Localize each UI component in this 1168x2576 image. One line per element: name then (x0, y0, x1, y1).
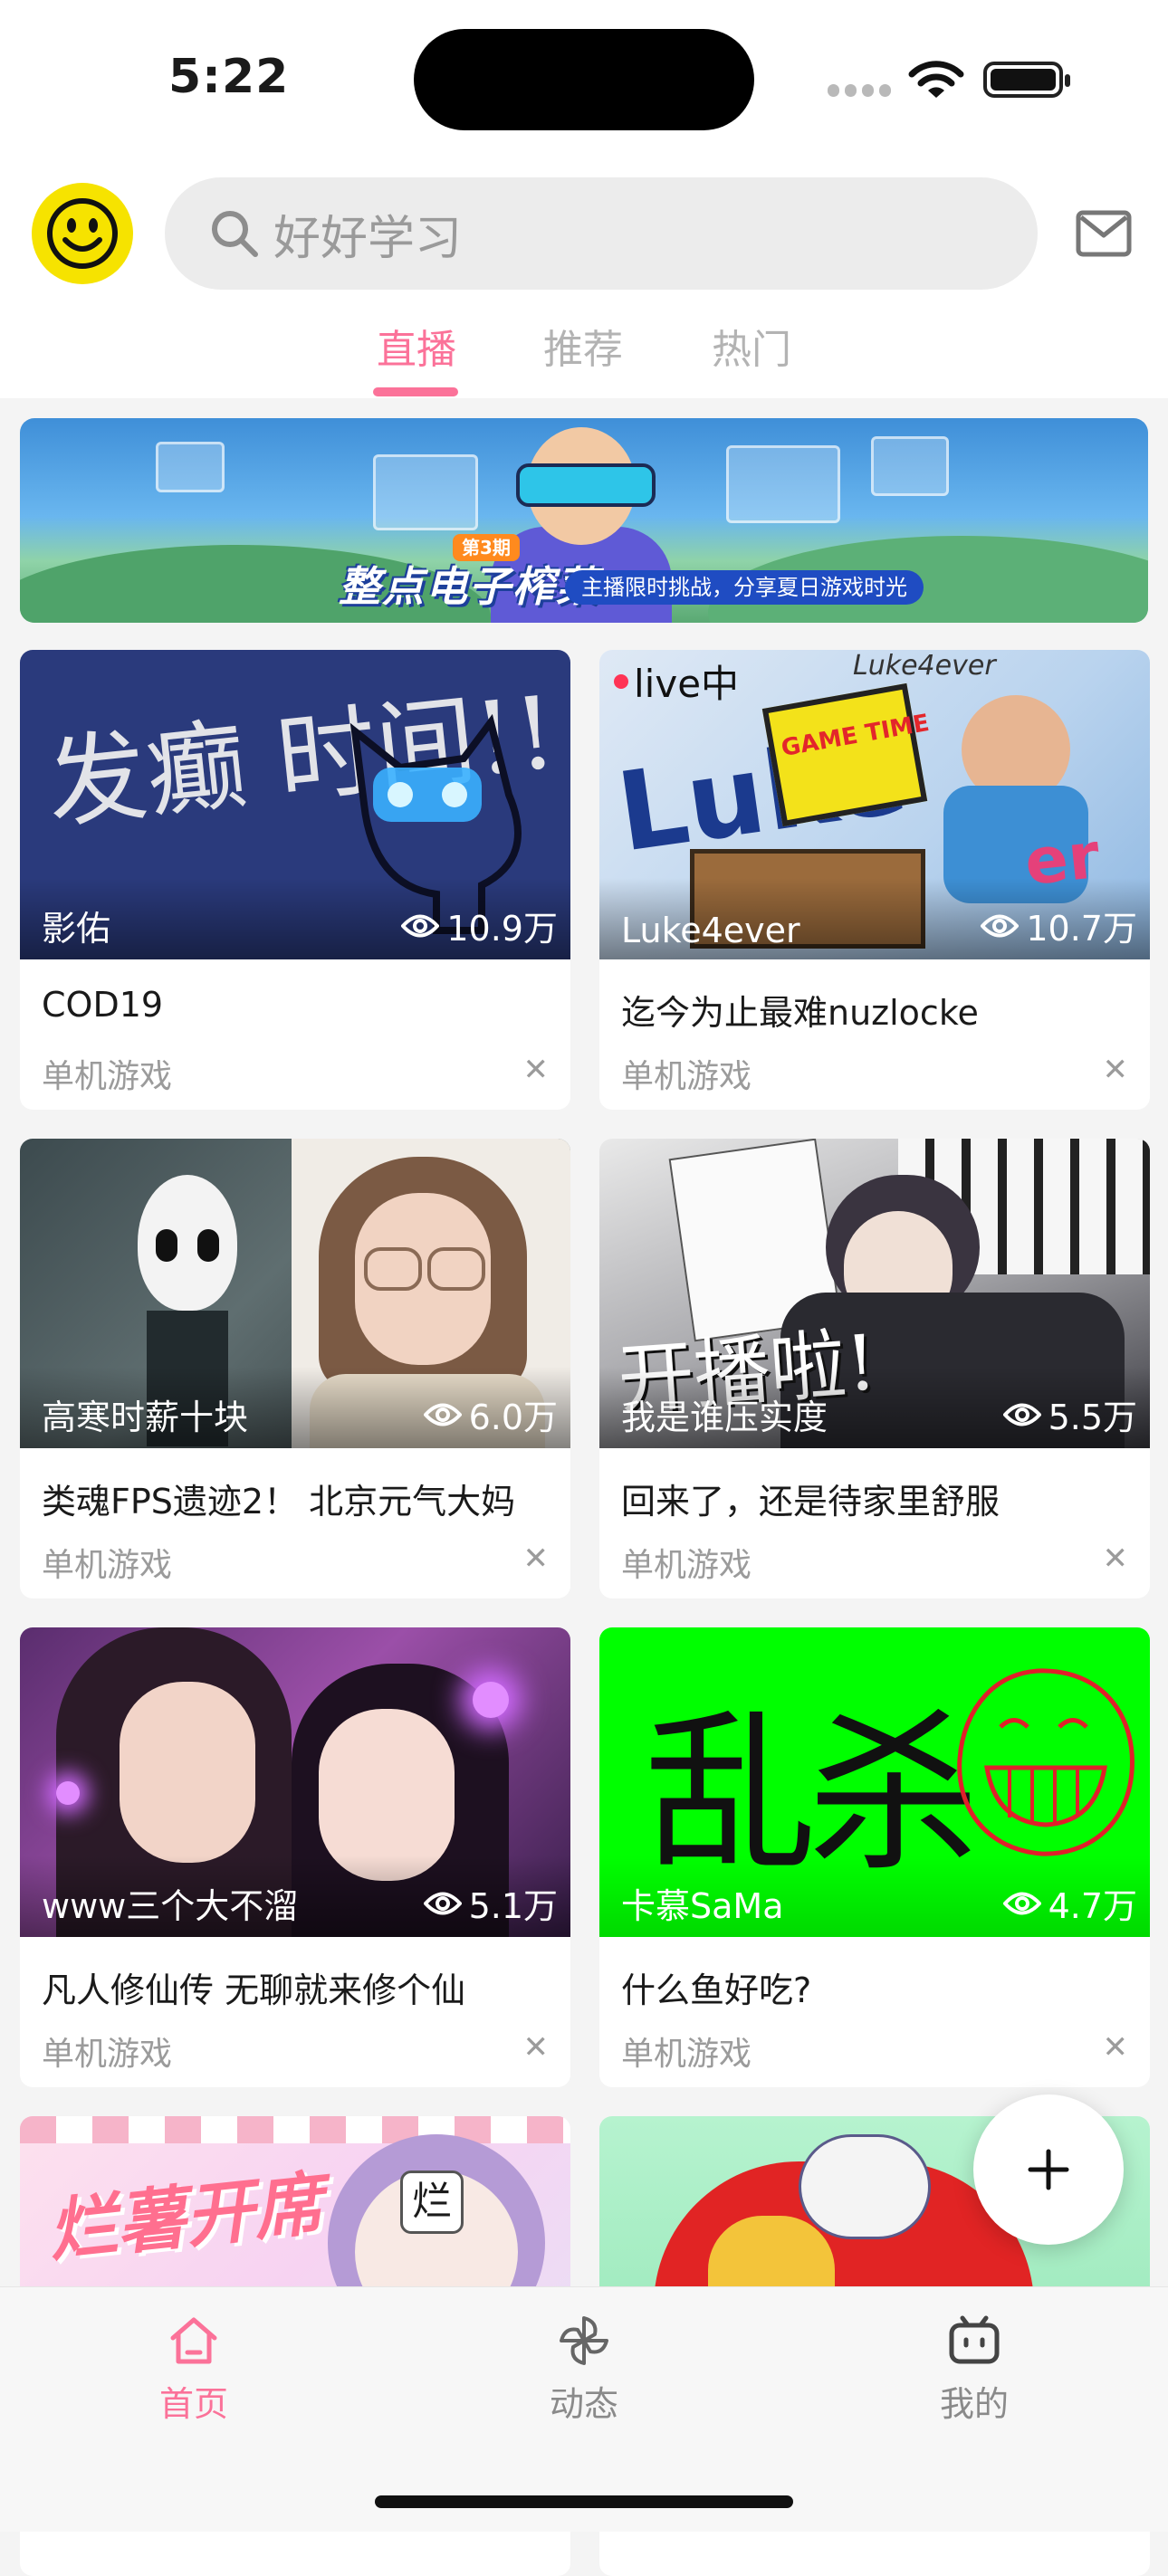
plus-icon (1028, 2149, 1069, 2190)
tab-home[interactable]: 首页 (103, 2313, 284, 2426)
view-count: 5.5万 (1002, 1389, 1137, 1439)
live-card[interactable]: www三个大不溜 5.1万 凡人修仙传 无聊就来修个仙 单机游戏 ✕ (20, 1627, 570, 2087)
grin-face-icon (957, 1668, 1134, 1856)
card-title: COD19 (42, 985, 164, 1025)
view-count: 4.7万 (1002, 1878, 1137, 1928)
card-title: 回来了，还是待家里舒服 (621, 1482, 1000, 1522)
card-thumbnail: 发癫 时间!! 影佑 10.9万 (20, 650, 570, 959)
knight-character (138, 1175, 237, 1311)
eye-icon (423, 1892, 462, 1914)
streamer-name: 影佑 (42, 909, 111, 949)
eye-icon (1002, 1403, 1041, 1426)
streamer-name: 卡慕SaMa (621, 1886, 784, 1926)
eye-icon (1002, 1892, 1041, 1914)
card-thumbnail: 开播啦! 我是谁压实度 5.5万 (599, 1139, 1150, 1448)
card-title: 类魂FPS遗迹2！ 北京元气大妈 (42, 1482, 516, 1522)
tv-icon (949, 2315, 1000, 2364)
smiley-icon (47, 198, 118, 269)
dismiss-icon[interactable]: ✕ (1103, 1052, 1129, 1088)
bottom-tab-bar: 首页 动态 我的 (0, 2286, 1168, 2532)
header: 好好学习 直播 推荐 热门 (0, 163, 1168, 398)
search-icon (212, 211, 258, 257)
banner-title: 整点电子榨菜 (339, 562, 599, 611)
card-thumbnail: 乱杀 卡慕SaMa 4.7万 (599, 1627, 1150, 1937)
search-bar[interactable]: 好好学习 (165, 177, 1038, 290)
tab-recommend[interactable]: 推荐 (543, 317, 623, 375)
status-time: 5:22 (168, 50, 290, 104)
mail-icon[interactable] (1076, 210, 1132, 257)
view-count: 6.0万 (423, 1389, 558, 1439)
home-indicator (375, 2495, 793, 2508)
live-card[interactable]: 高寒时薪十块 6.0万 类魂FPS遗迹2！ 北京元气大妈 单机游戏 ✕ (20, 1139, 570, 1598)
anime-character (120, 1682, 255, 1863)
view-count: 10.7万 (981, 901, 1137, 950)
dismiss-icon[interactable]: ✕ (523, 2029, 550, 2066)
live-card[interactable]: 开播啦! 我是谁压实度 5.5万 回来了，还是待家里舒服 单机游戏 ✕ (599, 1139, 1150, 1598)
card-category: 单机游戏 (42, 1058, 173, 1095)
live-badge: live中 (614, 654, 739, 709)
battery-icon (983, 62, 1070, 98)
streamer-name: 我是谁压实度 (621, 1398, 828, 1437)
pinwheel-icon (560, 2316, 608, 2365)
cellular-signal-icon (828, 83, 891, 98)
card-thumbnail: 高寒时薪十块 6.0万 (20, 1139, 570, 1448)
card-category: 单机游戏 (621, 2036, 752, 2073)
promo-banner[interactable]: 第3期 整点电子榨菜 主播限时挑战，分享夏日游戏时光 (20, 418, 1148, 623)
tab-profile[interactable]: 我的 (884, 2313, 1065, 2426)
dismiss-icon[interactable]: ✕ (523, 1541, 550, 1577)
tab-live[interactable]: 直播 (377, 317, 456, 375)
banner-subtitle: 主播限时挑战，分享夏日游戏时光 (565, 570, 924, 605)
card-category: 单机游戏 (42, 1547, 173, 1584)
card-category: 单机游戏 (621, 1547, 752, 1584)
streamer-name: 高寒时薪十块 (42, 1398, 249, 1437)
card-thumbnail: Luke GAME TIME Luke4ever er live中 Luke4e… (599, 650, 1150, 959)
card-title: 什么鱼好吃? (621, 1970, 812, 2010)
card-thumbnail: www三个大不溜 5.1万 (20, 1627, 570, 1937)
rabbit-character (799, 2134, 931, 2239)
add-button[interactable] (973, 2094, 1124, 2245)
view-count: 5.1万 (423, 1878, 558, 1928)
tab-hot[interactable]: 热门 (712, 317, 791, 375)
eye-icon (423, 1403, 462, 1426)
tab-bar-top: 直播 推荐 热门 (0, 317, 1168, 398)
live-card[interactable]: 发癫 时间!! 影佑 10.9万 COD19 单机游戏 ✕ (20, 650, 570, 1110)
dismiss-icon[interactable]: ✕ (523, 1052, 550, 1088)
status-bar: 5:22 (0, 0, 1168, 163)
search-placeholder: 好好学习 (273, 211, 463, 266)
avatar[interactable] (32, 183, 133, 284)
eye-icon (981, 914, 1020, 937)
wifi-icon (908, 61, 964, 98)
dynamic-island (414, 29, 754, 130)
card-title: 凡人修仙传 无聊就来修个仙 (42, 1970, 466, 2010)
dismiss-icon[interactable]: ✕ (1103, 1541, 1129, 1577)
live-card[interactable]: 乱杀 卡慕SaMa 4.7万 什么鱼好吃? 单机游戏 ✕ (599, 1627, 1150, 2087)
live-card[interactable]: Luke GAME TIME Luke4ever er live中 Luke4e… (599, 650, 1150, 1110)
view-count: 10.9万 (401, 901, 558, 950)
card-category: 单机游戏 (42, 2036, 173, 2073)
tab-dynamic[interactable]: 动态 (493, 2313, 675, 2426)
card-title: 迄今为止最难nuzlocke (621, 993, 979, 1033)
card-category: 单机游戏 (621, 1058, 752, 1095)
dismiss-icon[interactable]: ✕ (1103, 2029, 1129, 2066)
tab-active-indicator (373, 387, 458, 396)
streamer-name: www三个大不溜 (42, 1886, 299, 1926)
home-icon (170, 2317, 217, 2364)
streamer-name: Luke4ever (621, 911, 800, 950)
eye-icon (401, 914, 440, 937)
